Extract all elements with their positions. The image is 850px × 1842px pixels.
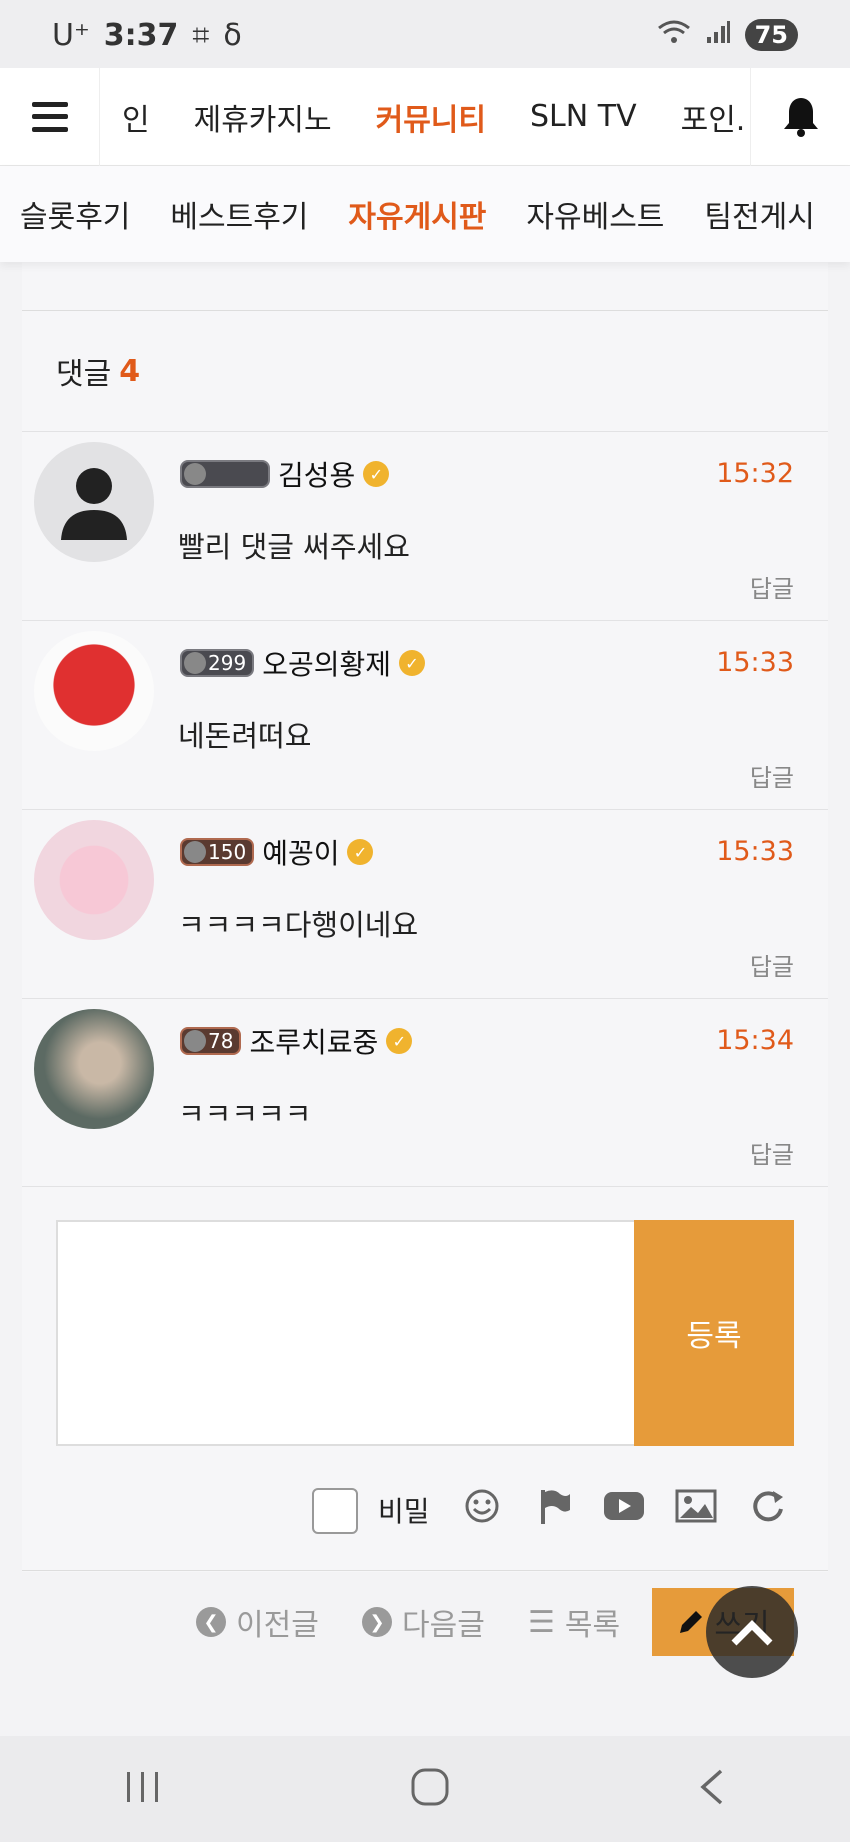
prev-button[interactable]: ❮ 이전글 (196, 1600, 319, 1644)
comments-count: 4 (119, 353, 141, 389)
carrier: U⁺ (52, 17, 90, 53)
top-nav: 인 제휴카지노 커뮤니티 SLN TV 포인. (0, 67, 850, 166)
user-icon (61, 468, 127, 540)
reply-button[interactable]: 답글 (750, 758, 794, 793)
comment-item: 78 조루치료중 ✓ 15:34 ㅋㅋㅋㅋㅋ 답글 (22, 998, 828, 1187)
top-nav-item-active[interactable]: 커뮤니티 (354, 95, 508, 139)
sub-nav-item[interactable]: 팀전게시 (684, 192, 834, 236)
avatar[interactable] (34, 820, 154, 940)
register-button[interactable]: 등록 (634, 1220, 794, 1446)
verified-icon: ✓ (347, 839, 374, 865)
comment-time: 15:32 (716, 458, 794, 489)
next-label: 다음글 (402, 1608, 485, 1643)
verified-icon: ✓ (363, 461, 390, 487)
screenshot-icon: ⌗ (192, 17, 210, 53)
comment-text: 네돈려떠요 (178, 719, 312, 753)
avatar[interactable] (34, 442, 154, 562)
sub-nav: 슬롯후기 베스트후기 자유게시판 자유베스트 팀전게시 (0, 166, 850, 262)
list-label: 목록 (564, 1608, 621, 1643)
bell-icon (783, 97, 818, 137)
top-nav-item[interactable]: 포인. (659, 95, 750, 139)
avatar[interactable] (34, 631, 154, 751)
next-button[interactable]: ❯ 다음글 (362, 1600, 485, 1644)
list-icon: ☰ (528, 1604, 555, 1640)
top-nav-item[interactable]: 제휴카지노 (172, 95, 354, 139)
pencil-icon (680, 1611, 703, 1633)
divider (22, 1570, 828, 1571)
flag-icon[interactable] (532, 1484, 576, 1528)
prev-label: 이전글 (236, 1608, 319, 1643)
comments-label: 댓글 (56, 357, 112, 392)
comment-author[interactable]: 오공의황제 (262, 643, 391, 683)
verified-icon: ✓ (399, 650, 425, 676)
system-nav-bar (0, 1736, 850, 1842)
menu-icon (31, 101, 68, 132)
sub-nav-item[interactable]: 슬롯후기 (0, 192, 150, 236)
reply-button[interactable]: 답글 (750, 947, 794, 982)
sub-nav-item-active[interactable]: 자유게시판 (328, 192, 506, 236)
comment-item: 299 오공의황제 ✓ 15:33 네돈려떠요 답글 (22, 620, 828, 809)
top-nav-items: 인 제휴카지노 커뮤니티 SLN TV 포인. (100, 68, 750, 166)
list-button[interactable]: ☰ 목록 (528, 1600, 620, 1644)
comment-author[interactable]: 예꽁이 (262, 832, 339, 872)
comment-item: 150 예꽁이 ✓ 15:33 ㅋㅋㅋㅋ다행이네요 답글 (22, 809, 828, 998)
notification-icon: δ (223, 17, 242, 53)
level-badge: 78 (180, 1027, 242, 1055)
secret-checkbox[interactable] (312, 1488, 358, 1534)
level-badge (180, 460, 270, 488)
chevron-right-circle-icon: ❯ (362, 1607, 392, 1637)
sub-nav-item[interactable]: 자유베스트 (506, 192, 684, 236)
refresh-icon[interactable] (746, 1484, 790, 1528)
comment-item: 김성용 ✓ 15:32 빨리 댓글 써주세요 답글 (22, 431, 828, 620)
notification-button[interactable] (750, 67, 850, 166)
menu-button[interactable] (0, 67, 100, 166)
comment-text: ㅋㅋㅋㅋ다행이네요 (178, 908, 419, 942)
image-icon[interactable] (674, 1484, 718, 1528)
status-bar: U⁺ 3:37 ⌗ δ 75 (0, 0, 850, 70)
reply-button[interactable]: 답글 (750, 569, 794, 604)
comment-time: 15:34 (716, 1025, 794, 1056)
comment-time: 15:33 (716, 647, 794, 678)
signal-icon (705, 18, 731, 53)
recent-apps-icon[interactable] (123, 1770, 163, 1808)
wifi-icon (657, 18, 691, 53)
secret-label: 비밀 (378, 1495, 430, 1528)
top-nav-item[interactable]: SLN TV (508, 99, 659, 134)
chevron-left-circle-icon: ❮ (196, 1607, 226, 1637)
reply-button[interactable]: 답글 (750, 1135, 794, 1170)
comment-text: ㅋㅋㅋㅋㅋ (178, 1097, 312, 1131)
youtube-icon[interactable] (602, 1484, 646, 1528)
level-badge: 150 (180, 838, 255, 866)
comment-text: 빨리 댓글 써주세요 (178, 530, 410, 564)
clock: 3:37 (103, 17, 179, 53)
level-badge: 299 (180, 649, 255, 677)
battery-indicator: 75 (744, 19, 798, 51)
emoji-icon[interactable] (460, 1484, 504, 1528)
comment-input[interactable] (56, 1220, 636, 1446)
chevron-up-icon (731, 1620, 773, 1646)
avatar[interactable] (34, 1009, 154, 1129)
comment-author[interactable]: 조루치료중 (249, 1021, 378, 1061)
home-icon[interactable] (410, 1767, 450, 1811)
sub-nav-item[interactable]: 베스트후기 (150, 192, 328, 236)
comments-header: 댓글 4 (22, 311, 828, 431)
scroll-top-button[interactable] (706, 1586, 798, 1678)
back-icon[interactable] (697, 1767, 727, 1811)
comment-author[interactable]: 김성용 (278, 454, 355, 494)
top-nav-item[interactable]: 인 (100, 95, 172, 139)
comment-time: 15:33 (716, 836, 794, 867)
verified-icon: ✓ (386, 1028, 413, 1054)
